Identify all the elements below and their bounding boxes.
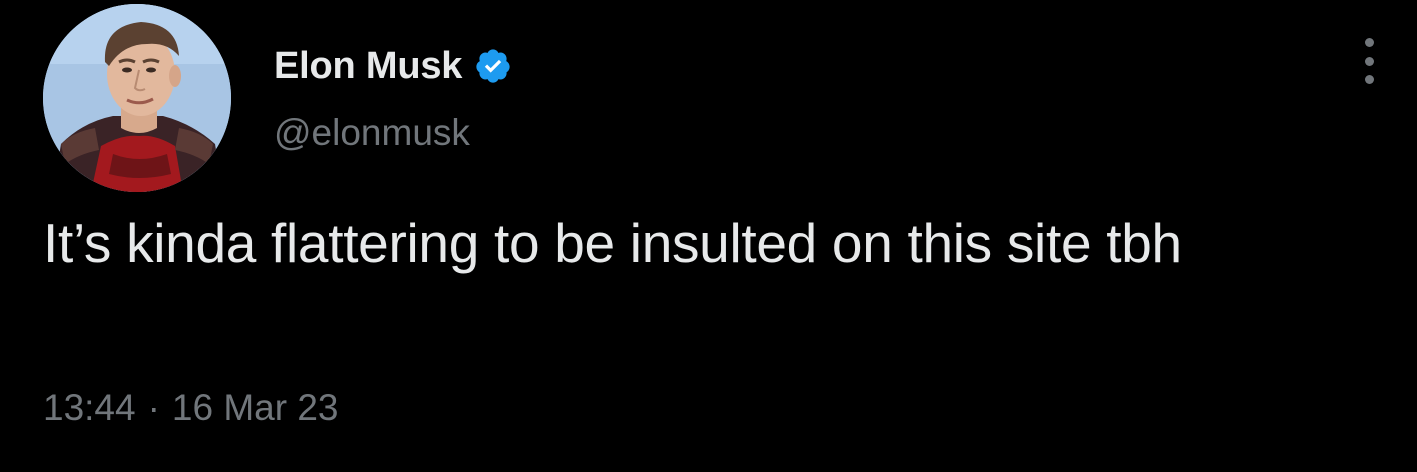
tweet-date[interactable]: 16 Mar 23 <box>172 385 339 431</box>
avatar[interactable] <box>43 4 231 192</box>
tweet-time[interactable]: 13:44 <box>43 385 136 431</box>
more-dot <box>1364 38 1374 47</box>
avatar-photo <box>43 4 231 192</box>
more-dot <box>1364 56 1374 66</box>
meta-separator: · <box>147 387 160 428</box>
tweet-text: It’s kinda flattering to be insulted on … <box>43 212 1182 274</box>
more-options-icon[interactable] <box>1352 38 1386 84</box>
more-dot <box>1364 75 1374 84</box>
tweet-card: Elon Musk @elonmusk It’s kinda flatterin… <box>0 0 1417 472</box>
verified-badge-icon <box>474 47 512 85</box>
author-handle[interactable]: @elonmusk <box>274 110 470 156</box>
author-name-row: Elon Musk <box>274 42 512 90</box>
display-name[interactable]: Elon Musk <box>274 42 462 90</box>
tweet-timestamp: 13:44 · 16 Mar 23 <box>43 385 339 431</box>
